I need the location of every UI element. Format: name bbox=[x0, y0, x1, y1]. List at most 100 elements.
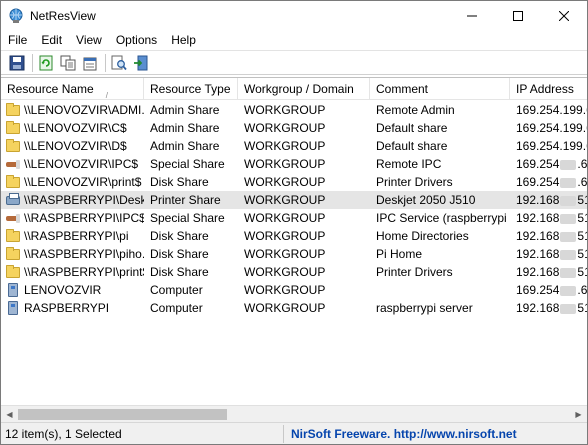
menu-help[interactable]: Help bbox=[164, 31, 203, 49]
cell-workgroup: WORKGROUP bbox=[244, 157, 326, 171]
cell-ip-address: 169.254 .61 bbox=[510, 173, 587, 191]
cell-resource-name: \\LENOVOZVIR\D$ bbox=[1, 137, 144, 155]
cell-resource-name: \\RASPBERRYPI\pi bbox=[1, 227, 144, 245]
column-header-comment[interactable]: Comment bbox=[370, 78, 510, 100]
table-row[interactable]: RASPBERRYPI Computer WORKGROUP raspberrypi … bbox=[1, 299, 587, 317]
resource-name-text: \\LENOVOZVIR\IPC$ bbox=[24, 157, 139, 171]
folder-share-icon bbox=[5, 265, 21, 279]
cell-ip-address: 192.168 51 bbox=[510, 299, 587, 317]
table-row[interactable]: \\LENOVOZVIR\ADMI... Admin Share WORKGROUP… bbox=[1, 101, 587, 119]
minimize-icon bbox=[467, 15, 477, 17]
menu-edit[interactable]: Edit bbox=[34, 31, 69, 49]
ip-suffix: .61 bbox=[577, 157, 587, 171]
ip-suffix: .61 bbox=[577, 283, 587, 297]
window-title: NetResView bbox=[30, 9, 96, 23]
computer-icon bbox=[5, 283, 21, 297]
cell-workgroup: WORKGROUP bbox=[244, 193, 326, 207]
cell-resource-type: Disk Share bbox=[150, 265, 209, 279]
properties-button[interactable] bbox=[80, 53, 100, 73]
column-header-workgroup[interactable]: Workgroup / Domain bbox=[238, 78, 370, 100]
redacted-ip-segment bbox=[560, 303, 577, 314]
cell-resource-type: Admin Share bbox=[150, 121, 220, 135]
cell-ip-address: 169.254 .61 bbox=[510, 155, 587, 173]
horizontal-scrollbar[interactable]: ◀ ▶ bbox=[1, 405, 587, 422]
computer-icon bbox=[5, 301, 21, 315]
nirsoft-link[interactable]: NirSoft Freeware. http://www.nirsoft.net bbox=[284, 425, 517, 443]
table-row[interactable]: \\LENOVOZVIR\print$ Disk Share WORKGROUP Pr… bbox=[1, 173, 587, 191]
table-row[interactable]: \\RASPBERRYPI\Deskj... Printer Share WORKG… bbox=[1, 191, 587, 209]
cell-resource-type: Computer bbox=[150, 301, 203, 315]
toolbar-separator bbox=[105, 53, 106, 72]
table-row[interactable]: \\LENOVOZVIR\IPC$ Special Share WORKGROUP R… bbox=[1, 155, 587, 173]
cell-workgroup: WORKGROUP bbox=[244, 211, 326, 225]
cell-workgroup: WORKGROUP bbox=[244, 301, 326, 315]
exit-icon bbox=[134, 55, 148, 70]
cell-resource-type: Computer bbox=[150, 283, 203, 297]
cell-comment: Default share bbox=[376, 121, 448, 135]
redacted-ip-segment bbox=[560, 159, 577, 170]
maximize-button[interactable] bbox=[495, 1, 541, 31]
column-header-resource-name[interactable]: Resource Name / bbox=[1, 78, 144, 100]
table-row[interactable]: \\RASPBERRYPI\IPC$ Special Share WORKGROUP… bbox=[1, 209, 587, 227]
column-header-resource-type[interactable]: Resource Type bbox=[144, 78, 238, 100]
cell-comment: Printer Drivers bbox=[376, 175, 453, 189]
cell-workgroup: WORKGROUP bbox=[244, 283, 326, 297]
menu-file[interactable]: File bbox=[1, 31, 34, 49]
ip-prefix: 192.168 bbox=[516, 301, 560, 315]
cell-comment: Pi Home bbox=[376, 247, 423, 261]
app-window: NetResView File Edit View Options Help R… bbox=[0, 0, 588, 445]
ip-prefix: 192.168 bbox=[516, 247, 560, 261]
table-row[interactable]: \\RASPBERRYPI\print$ Disk Share WORKGROUP P… bbox=[1, 263, 587, 281]
redacted-ip-segment bbox=[560, 195, 577, 206]
refresh-button[interactable] bbox=[36, 53, 56, 73]
ip-prefix: 169.254 bbox=[516, 157, 560, 171]
folder-share-icon bbox=[5, 175, 21, 189]
resource-name-text: RASPBERRYPI bbox=[24, 301, 110, 315]
cell-workgroup: WORKGROUP bbox=[244, 175, 326, 189]
cell-ip-address: 192.168 51 bbox=[510, 245, 587, 263]
minimize-button[interactable] bbox=[449, 1, 495, 31]
scroll-left-icon[interactable]: ◀ bbox=[1, 406, 18, 423]
cell-comment: Default share bbox=[376, 139, 448, 153]
table-row[interactable]: \\LENOVOZVIR\C$ Admin Share WORKGROUP Defau… bbox=[1, 119, 587, 137]
menu-view[interactable]: View bbox=[69, 31, 109, 49]
table-row[interactable]: LENOVOZVIR Computer WORKGROUP 169.254 .61 bbox=[1, 281, 587, 299]
resource-name-text: \\LENOVOZVIR\ADMI... bbox=[24, 103, 144, 117]
menu-options[interactable]: Options bbox=[109, 31, 164, 49]
table-row[interactable]: \\LENOVOZVIR\D$ Admin Share WORKGROUP Defau… bbox=[1, 137, 587, 155]
scrollbar-thumb[interactable] bbox=[18, 409, 227, 420]
cell-comment: Remote IPC bbox=[376, 157, 442, 171]
pipe-share-icon bbox=[5, 157, 21, 171]
cell-ip-address: 169.254.199.61 bbox=[516, 103, 587, 117]
cell-resource-name: \\RASPBERRYPI\Deskj... bbox=[1, 191, 144, 209]
exit-button[interactable] bbox=[131, 53, 151, 73]
ip-prefix: 169.254 bbox=[516, 175, 560, 189]
cell-workgroup: WORKGROUP bbox=[244, 139, 326, 153]
ip-suffix: 51 bbox=[577, 229, 587, 243]
cell-resource-name: RASPBERRYPI bbox=[1, 299, 144, 317]
cell-ip-address: 192.168 51 bbox=[510, 227, 587, 245]
cell-resource-name: \\LENOVOZVIR\C$ bbox=[1, 119, 144, 137]
column-header-label: Resource Name bbox=[7, 82, 94, 96]
close-button[interactable] bbox=[541, 1, 587, 31]
menu-bar: File Edit View Options Help bbox=[1, 31, 587, 49]
resource-name-text: \\RASPBERRYPI\Deskj... bbox=[24, 193, 144, 207]
cell-resource-type: Admin Share bbox=[150, 139, 220, 153]
column-header-ip-address[interactable]: IP Address bbox=[510, 78, 587, 100]
cell-comment: Remote Admin bbox=[376, 103, 455, 117]
cell-resource-name: \\LENOVOZVIR\IPC$ bbox=[1, 155, 144, 173]
cell-ip-address: 169.254 .61 bbox=[510, 281, 587, 299]
resource-name-text: LENOVOZVIR bbox=[24, 283, 102, 297]
toolbar-separator bbox=[32, 53, 33, 72]
resource-list[interactable]: Resource Name / Resource Type Workgroup … bbox=[1, 77, 587, 405]
save-button[interactable] bbox=[7, 53, 27, 73]
cell-workgroup: WORKGROUP bbox=[244, 265, 326, 279]
table-row[interactable]: \\RASPBERRYPI\pi Disk Share WORKGROUP Home … bbox=[1, 227, 587, 245]
scroll-right-icon[interactable]: ▶ bbox=[570, 406, 587, 423]
copy-button[interactable] bbox=[58, 53, 78, 73]
title-bar[interactable]: NetResView bbox=[1, 1, 587, 31]
find-button[interactable] bbox=[109, 53, 129, 73]
cell-ip-address: 192.168 51 bbox=[510, 191, 587, 209]
table-row[interactable]: \\RASPBERRYPI\piho... Disk Share WORKGROUP… bbox=[1, 245, 587, 263]
netresview-app-icon bbox=[8, 8, 24, 24]
